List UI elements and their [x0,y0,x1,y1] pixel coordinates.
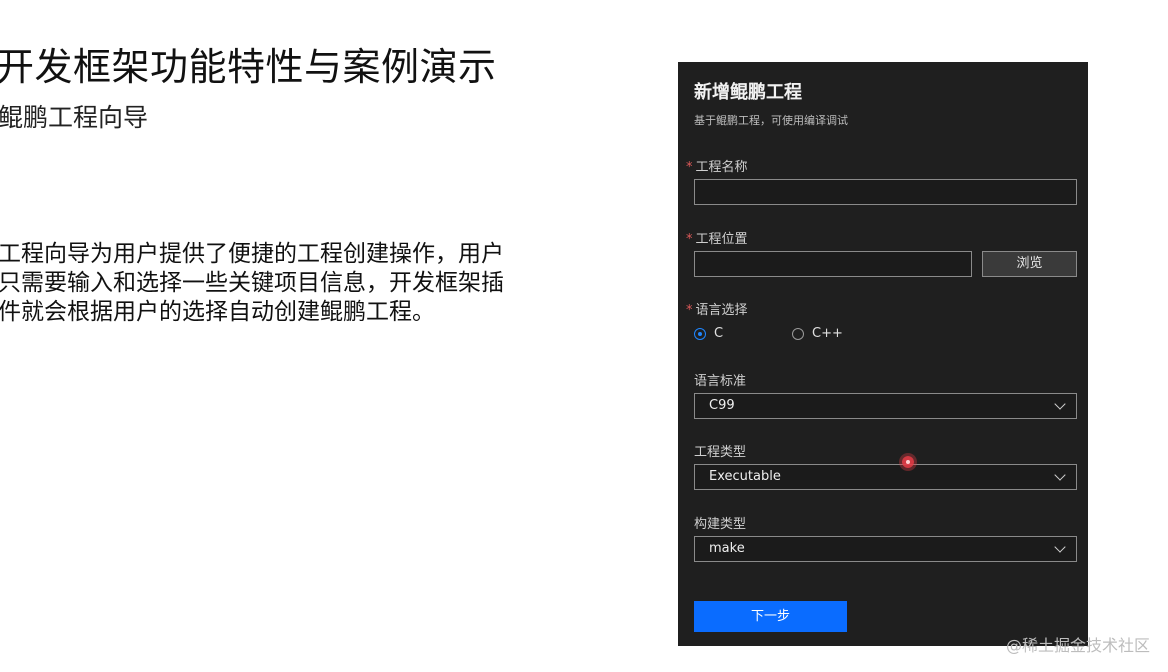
standard-select[interactable]: C99 [694,393,1077,419]
build-type-select[interactable]: make [694,536,1077,562]
language-label-text: 语言选择 [695,303,748,318]
watermark: @稀土掘金技术社区 [1005,636,1150,655]
required-marker: * [686,232,693,247]
dialog-description: 基于鲲鹏工程，可使用编译调试 [694,114,848,127]
next-step-button[interactable]: 下一步 [694,601,847,632]
slide-body-line: 只需要输入和选择一些关键项目信息，开发框架插 [0,270,504,296]
chevron-down-icon [1054,541,1066,553]
project-location-input[interactable] [694,251,972,277]
radio-c[interactable]: C [694,326,723,341]
project-type-label: 工程类型 [694,445,747,460]
required-marker: * [686,303,693,318]
project-type-select[interactable]: Executable [694,464,1077,490]
project-type-select-value: Executable [709,469,781,484]
radio-c-label: C [714,326,724,341]
slide-body-line: 工程向导为用户提供了便捷的工程创建操作，用户 [0,241,504,267]
chevron-down-icon [1054,398,1066,410]
build-type-label: 构建类型 [694,517,747,532]
standard-label: 语言标准 [694,374,747,389]
slide-title: 开发框架功能特性与案例演示 [0,45,497,89]
radio-checked-icon [694,327,706,340]
build-type-select-value: make [709,541,745,556]
browse-button[interactable]: 浏览 [982,251,1077,277]
radio-unchecked-icon [792,327,804,340]
project-name-input[interactable] [694,179,1077,205]
required-marker: * [686,160,693,175]
language-label: * 语言选择 [686,299,748,318]
project-location-label: * 工程位置 [686,228,748,247]
slide-body-line: 件就会根据用户的选择自动创建鲲鹏工程。 [0,299,435,325]
slide-subtitle: 鲲鹏工程向导 [0,103,149,132]
project-name-label-text: 工程名称 [695,160,748,175]
standard-select-value: C99 [709,398,735,413]
cursor-indicator-icon [902,456,914,468]
project-name-label: * 工程名称 [686,156,748,175]
slide-body: 工程向导为用户提供了便捷的工程创建操作，用户 只需要输入和选择一些关键项目信息，… [0,240,558,327]
new-project-dialog: 新增鲲鹏工程 基于鲲鹏工程，可使用编译调试 * 工程名称 * 工程位置 浏览 * 语言… [678,62,1088,646]
radio-cpp[interactable]: C++ [792,326,843,341]
project-location-label-text: 工程位置 [695,232,748,247]
radio-cpp-label: C++ [812,326,843,341]
chevron-down-icon [1054,469,1066,481]
dialog-title: 新增鲲鹏工程 [694,82,802,103]
